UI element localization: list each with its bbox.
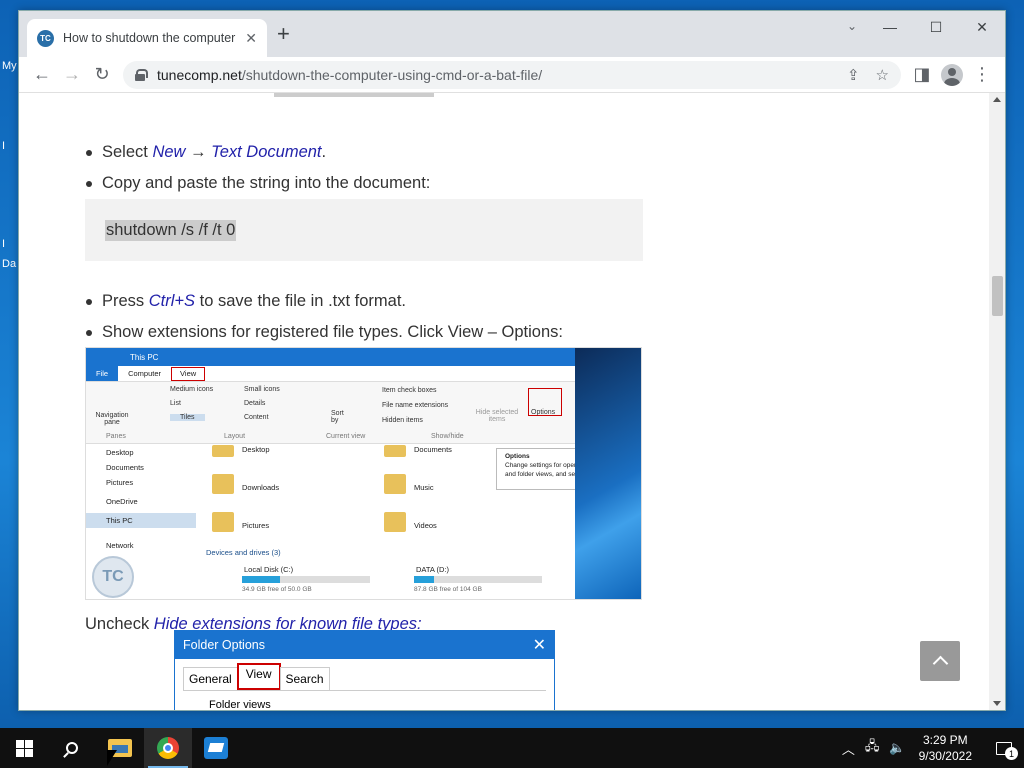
desktop-icon-label[interactable]: I bbox=[2, 238, 5, 250]
desktop-thumbnail bbox=[575, 348, 641, 599]
scroll-down-icon[interactable] bbox=[993, 701, 1001, 706]
site-favicon: TC bbox=[37, 29, 54, 47]
folder-options-screenshot: Folder Options ✕ General View Search Fold… bbox=[174, 630, 555, 710]
chrome-taskbar-button[interactable] bbox=[144, 728, 192, 768]
url-path: /shutdown-the-computer-using-cmd-or-a-ba… bbox=[241, 66, 543, 83]
new-tab-button[interactable]: + bbox=[277, 23, 290, 45]
lock-icon[interactable] bbox=[135, 69, 148, 81]
menu-kebab-icon[interactable]: ⋮ bbox=[967, 60, 997, 90]
clock[interactable]: 3:29 PM 9/30/2022 bbox=[919, 732, 972, 764]
file-explorer-button[interactable] bbox=[96, 728, 144, 768]
reload-button[interactable]: ↻ bbox=[87, 60, 117, 90]
tab-title: How to shutdown the computer bbox=[63, 31, 236, 45]
tab-search-icon[interactable]: ⌄ bbox=[847, 19, 857, 33]
tab-strip: TC How to shutdown the computer ✕ + ⌄ — … bbox=[19, 11, 1005, 57]
scrollbar-thumb[interactable] bbox=[992, 276, 1003, 316]
desktop-icon-label[interactable]: My bbox=[2, 60, 17, 72]
browser-tab[interactable]: TC How to shutdown the computer ✕ bbox=[27, 19, 267, 57]
list-item: Show extensions for registered file type… bbox=[84, 323, 563, 342]
taskbar: ︿ 🖧 🔈 3:29 PM 9/30/2022 1 bbox=[0, 728, 1024, 768]
system-tray: ︿ 🖧 🔈 3:29 PM 9/30/2022 1 bbox=[837, 728, 1024, 768]
ribbon: Navigation pane Panes Medium icons List … bbox=[86, 382, 641, 444]
code-text[interactable]: shutdown /s /f /t 0 bbox=[105, 219, 237, 241]
code-block: shutdown /s /f /t 0 bbox=[85, 199, 643, 261]
clock-date: 9/30/2022 bbox=[918, 749, 972, 763]
list-item: Copy and paste the string into the docum… bbox=[84, 174, 430, 193]
desktop-icon-label[interactable]: I bbox=[2, 140, 5, 152]
profile-button[interactable] bbox=[937, 60, 967, 90]
close-window-button[interactable]: ✕ bbox=[959, 11, 1005, 43]
notification-button[interactable]: 1 bbox=[984, 728, 1024, 768]
browser-toolbar: ← → ↻ tunecomp.net/shutdown-the-computer… bbox=[19, 57, 1005, 93]
new-link[interactable]: New bbox=[152, 143, 185, 161]
steps-list: Press Ctrl+S to save the file in .txt fo… bbox=[84, 292, 563, 354]
windows-logo-icon bbox=[15, 739, 33, 757]
page-scrollbar[interactable] bbox=[989, 93, 1005, 710]
app-icon bbox=[204, 737, 228, 759]
app-taskbar-button[interactable] bbox=[192, 728, 240, 768]
search-icon bbox=[66, 742, 78, 754]
cropped-image bbox=[274, 93, 434, 97]
list-item: Press Ctrl+S to save the file in .txt fo… bbox=[84, 292, 563, 311]
minimize-button[interactable]: — bbox=[867, 11, 913, 43]
avatar bbox=[941, 63, 963, 86]
ribbon-tabs: File Computer View bbox=[86, 366, 641, 382]
tc-watermark-logo: TC bbox=[92, 556, 134, 598]
explorer-titlebar: This PC —☐✕ bbox=[86, 348, 641, 366]
page-content: Select New → Text Document. Copy and pas… bbox=[19, 93, 989, 710]
desktop-icon-label[interactable]: Da bbox=[2, 258, 16, 270]
chrome-window: TC How to shutdown the computer ✕ + ⌄ — … bbox=[18, 10, 1006, 711]
list-item: Select New → Text Document. bbox=[84, 143, 430, 162]
forward-button[interactable]: → bbox=[57, 60, 87, 90]
address-bar[interactable]: tunecomp.net/shutdown-the-computer-using… bbox=[123, 60, 901, 89]
side-panel-icon[interactable]: ◨ bbox=[907, 60, 937, 90]
search-button[interactable] bbox=[48, 728, 96, 768]
url-host: tunecomp.net bbox=[157, 66, 242, 83]
network-icon[interactable]: 🖧 bbox=[865, 737, 880, 759]
text-document-link[interactable]: Text Document bbox=[211, 143, 321, 161]
clock-time: 3:29 PM bbox=[922, 733, 968, 747]
maximize-button[interactable]: ☐ bbox=[913, 11, 959, 43]
scroll-up-icon[interactable] bbox=[993, 97, 1001, 102]
volume-icon[interactable]: 🔈 bbox=[889, 740, 905, 756]
start-button[interactable] bbox=[0, 728, 48, 768]
bookmark-star-icon[interactable]: ☆ bbox=[876, 66, 889, 84]
share-icon[interactable]: ⇪ bbox=[847, 66, 860, 84]
window-controls: — ☐ ✕ bbox=[867, 11, 1005, 43]
steps-list: Select New → Text Document. Copy and pas… bbox=[84, 143, 430, 205]
explorer-screenshot: This PC —☐✕ File Computer View Navigatio… bbox=[85, 347, 642, 600]
scroll-to-top-button[interactable] bbox=[920, 641, 960, 681]
notification-badge: 1 bbox=[1005, 747, 1018, 760]
chevron-up-icon[interactable]: ︿ bbox=[842, 739, 855, 758]
back-button[interactable]: ← bbox=[27, 60, 57, 90]
mouse-cursor bbox=[107, 750, 117, 766]
tab-close-icon[interactable]: ✕ bbox=[245, 30, 257, 47]
ctrl-s-link[interactable]: Ctrl+S bbox=[149, 292, 195, 310]
chrome-icon bbox=[157, 737, 179, 759]
